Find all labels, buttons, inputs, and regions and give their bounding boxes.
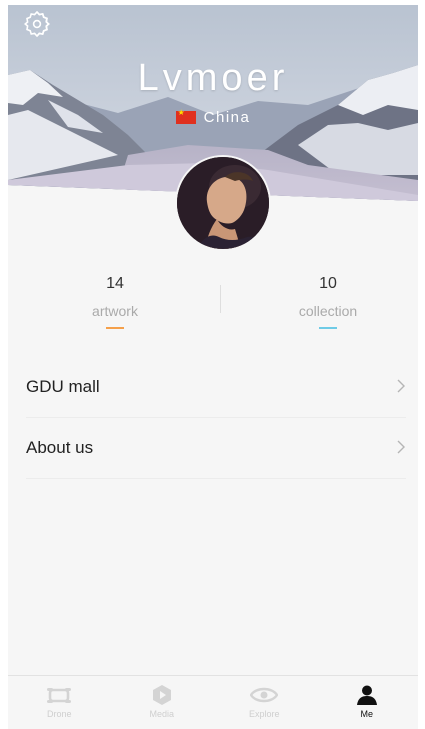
gear-icon <box>24 11 50 37</box>
collection-count: 10 <box>319 275 337 292</box>
collection-label: collection <box>298 303 358 319</box>
media-icon <box>148 684 176 706</box>
tab-label: Drone <box>46 709 72 719</box>
country-label: China <box>203 109 251 126</box>
profile-name: Lvmoer <box>137 57 289 99</box>
collection-stat[interactable]: 10 collection <box>263 275 393 329</box>
artwork-indicator <box>106 327 124 329</box>
user-icon <box>353 684 381 706</box>
menu-item-label: About us <box>26 438 94 457</box>
tab-me[interactable]: Me <box>316 676 419 729</box>
china-flag-icon <box>175 108 196 124</box>
bottom-tab-bar: Drone Media Explore Me <box>8 675 418 729</box>
drone-icon <box>45 684 73 706</box>
profile-location: China <box>8 108 418 126</box>
menu-item-label: GDU mall <box>26 377 100 396</box>
collection-indicator <box>319 327 337 329</box>
menu-item-gdu-mall[interactable]: GDU mall <box>26 357 406 418</box>
chevron-right-icon <box>396 379 406 398</box>
avatar[interactable] <box>175 155 271 251</box>
menu-item-about-us[interactable]: About us <box>26 418 406 479</box>
profile-stats: 14 artwork 10 collection <box>8 275 418 345</box>
eye-icon <box>250 684 279 706</box>
artwork-count: 14 <box>106 275 124 292</box>
artwork-label: artwork <box>92 303 138 319</box>
tab-label: Explore <box>248 709 280 719</box>
settings-button[interactable] <box>22 9 52 39</box>
tab-drone[interactable]: Drone <box>8 676 111 729</box>
tab-label: Me <box>360 709 373 719</box>
artwork-stat[interactable]: 14 artwork <box>50 275 180 329</box>
tab-label: Media <box>149 709 174 719</box>
tab-explore[interactable]: Explore <box>213 676 316 729</box>
profile-screen: Lvmoer China 14 artwork 10 collection <box>8 5 418 729</box>
avatar-photo <box>177 157 269 249</box>
menu-list: GDU mall About us <box>8 357 418 479</box>
chevron-right-icon <box>396 440 406 459</box>
stats-divider <box>220 285 221 313</box>
tab-media[interactable]: Media <box>111 676 214 729</box>
